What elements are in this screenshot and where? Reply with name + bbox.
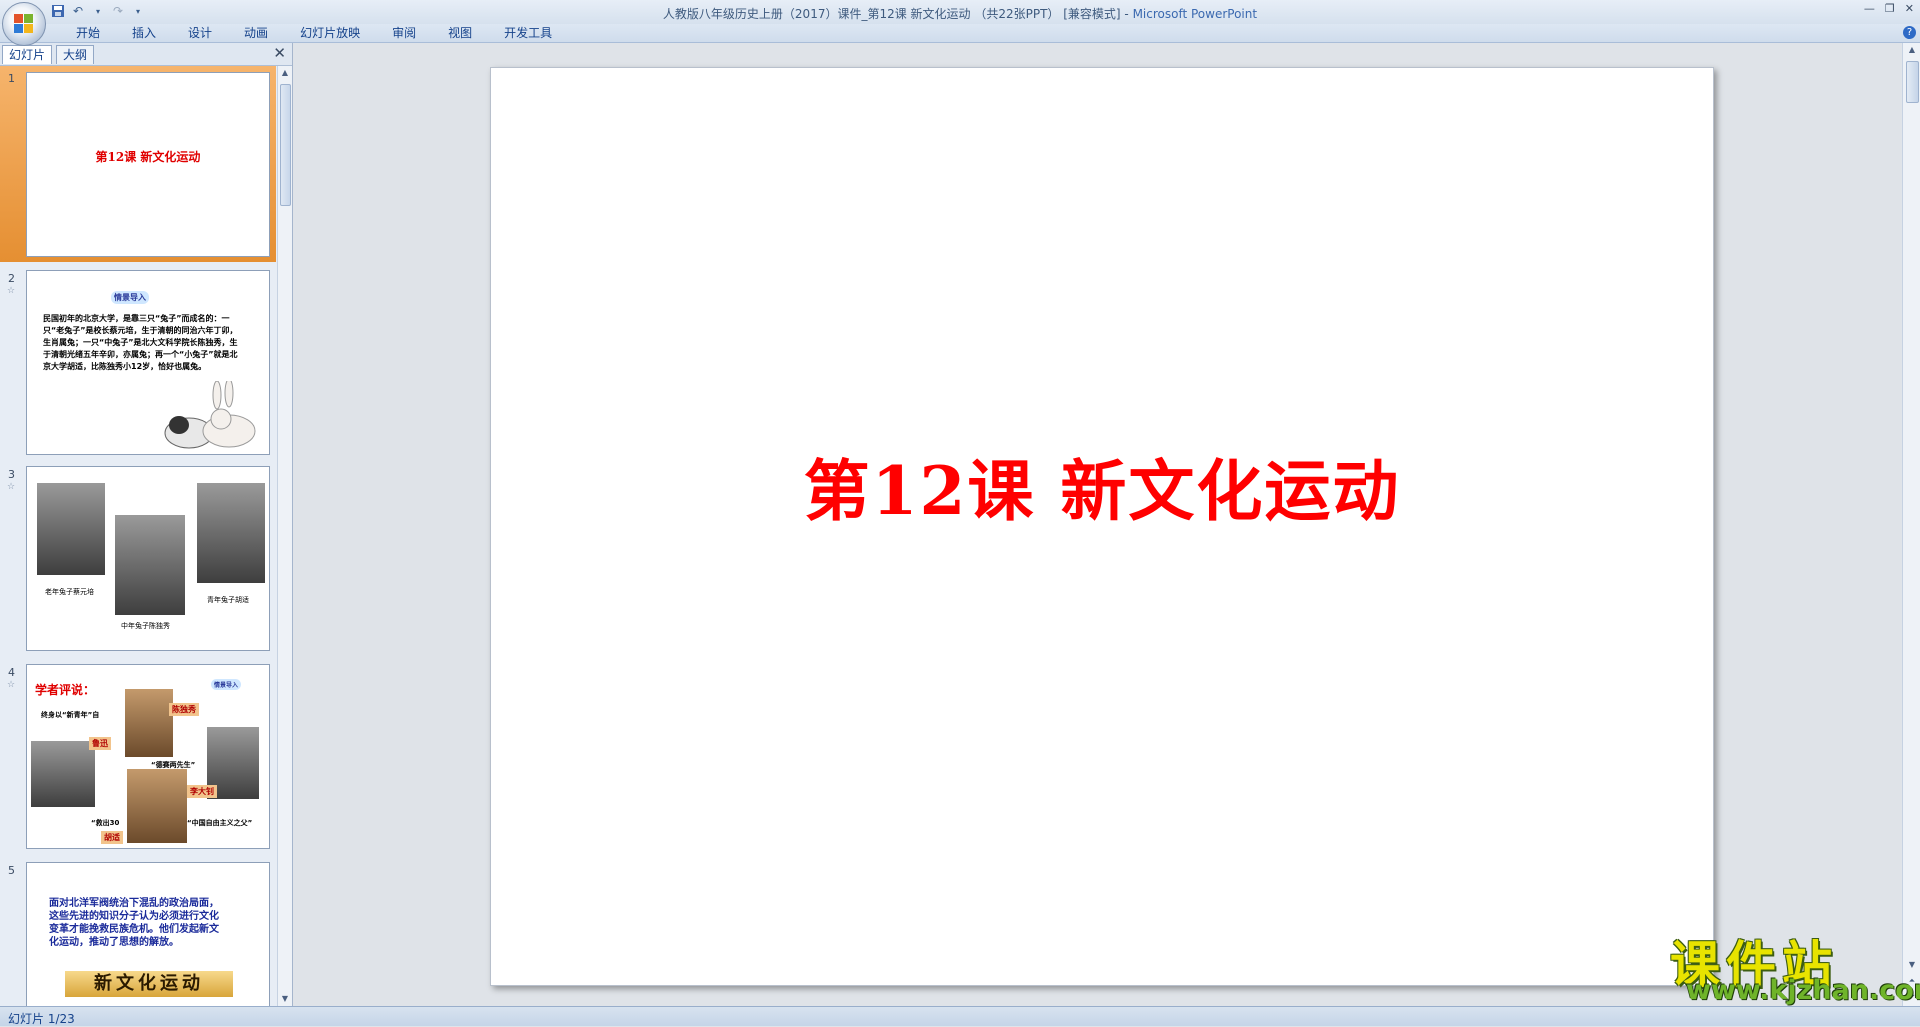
office-logo-icon — [14, 14, 34, 34]
window-controls: — ❐ ✕ — [1864, 2, 1914, 15]
slide-title[interactable]: 第12课 新文化运动 — [491, 438, 1713, 534]
portrait-hu-shi — [197, 483, 265, 583]
tab-animations[interactable]: 动画 — [228, 26, 284, 40]
help-icon[interactable]: ? — [1903, 26, 1916, 39]
close-icon[interactable]: ✕ — [1905, 2, 1914, 15]
slide-number: 1 — [8, 72, 15, 85]
name-tag: 陈独秀 — [169, 703, 199, 716]
name-tag: 胡适 — [101, 831, 123, 844]
slide-thumbnail-5[interactable]: 5 面对北洋军阀统治下混乱的政治局面，这些先进的知识分子认为必须进行文化变革才能… — [0, 858, 276, 1006]
current-slide[interactable]: 第12课 新文化运动 — [490, 67, 1714, 986]
scroll-down-icon[interactable]: ▼ — [1903, 958, 1920, 972]
restore-icon[interactable]: ❐ — [1885, 2, 1895, 15]
thumbnail-heading: 学者评说： — [35, 683, 96, 697]
tab-insert[interactable]: 插入 — [116, 26, 172, 40]
thumbnails-scrollbar[interactable]: ▲ ▼ — [277, 66, 292, 1006]
kjzhan-watermark: 课件站 www.kjzhan.com — [1670, 925, 1920, 1006]
ribbon-tabs: 开始 插入 设计 动画 幻灯片放映 审阅 视图 开发工具 ? — [0, 24, 1920, 43]
tab-slides[interactable]: 幻灯片 — [2, 45, 53, 64]
document-title: 人教版八年级历史上册（2017）课件_第12课 新文化运动 （共22张PPT） … — [662, 7, 1133, 21]
name-tag: 李大钊 — [187, 785, 217, 798]
slide-thumbnail-3[interactable]: 3 ☆ 老年兔子蔡元培 中年兔子陈独秀 青年兔子胡适 — [0, 462, 276, 658]
name-tag: 鲁迅 — [89, 737, 111, 750]
animation-star-icon: ☆ — [7, 680, 16, 690]
scroll-down-icon[interactable]: ▼ — [278, 992, 292, 1006]
scroll-up-icon[interactable]: ▲ — [278, 66, 292, 80]
tab-slideshow[interactable]: 幻灯片放映 — [284, 26, 376, 40]
slide-editor: 第12课 新文化运动 — [293, 43, 1901, 1006]
thumbnail-canvas: 老年兔子蔡元培 中年兔子陈独秀 青年兔子胡适 — [26, 466, 270, 651]
editor-scrollbar[interactable]: ▲ ▼ ⏶ ⏷ — [1902, 43, 1920, 1006]
caption: 中年兔子陈独秀 — [121, 622, 170, 630]
slide-number: 2 — [8, 272, 15, 285]
slide-number: 4 — [8, 666, 15, 679]
portrait-cai-yuanpei — [37, 483, 105, 575]
slide-thumbnails: 1 第12课 新文化运动 2 ☆ 情景导入 民国初年的北京大学，是靠三只“兔子”… — [0, 66, 276, 1006]
scrollbar-thumb[interactable] — [280, 84, 291, 206]
caption: 老年兔子蔡元培 — [45, 588, 94, 596]
tab-outline[interactable]: 大纲 — [56, 45, 95, 64]
thumbnail-canvas: 情景导入 民国初年的北京大学，是靠三只“兔子”而成名的：一只“老兔子”是校长蔡元… — [26, 270, 270, 455]
watermark-url: www.kjzhan.com — [1686, 975, 1920, 1006]
slide-number: 3 — [8, 468, 15, 481]
scroll-up-icon[interactable]: ▲ — [1903, 43, 1920, 57]
tab-review[interactable]: 审阅 — [376, 26, 432, 40]
animation-star-icon: ☆ — [7, 482, 16, 492]
portrait-chen-duxiu — [115, 515, 185, 615]
caption: 青年兔子胡适 — [207, 596, 249, 604]
quote-line: “中国自由主义之父” — [187, 819, 253, 827]
minimize-icon[interactable]: — — [1864, 2, 1875, 15]
thumbnail-body: 民国初年的北京大学，是靠三只“兔子”而成名的：一只“老兔子”是校长蔡元培，生于清… — [43, 314, 238, 371]
portrait-chen-duxiu — [125, 689, 173, 757]
banner: 新文化运动 — [65, 971, 233, 997]
window-title: 人教版八年级历史上册（2017）课件_第12课 新文化运动 （共22张PPT） … — [0, 5, 1920, 22]
app-name: Microsoft PowerPoint — [1132, 7, 1258, 21]
portrait-lu-xun — [31, 741, 95, 807]
thumbnail-canvas: 第12课 新文化运动 — [26, 72, 270, 257]
tab-developer[interactable]: 开发工具 — [488, 26, 568, 40]
pane-tabs: 幻灯片 大纲 ✕ — [0, 43, 292, 66]
thumbnail-title: 第12课 新文化运动 — [95, 150, 201, 164]
slides-pane: 幻灯片 大纲 ✕ 1 第12课 新文化运动 2 ☆ 情景导入 民国初年的北京大学… — [0, 43, 293, 1006]
tab-home[interactable]: 开始 — [60, 26, 116, 40]
quote-line: 终身以“新青年”自 — [41, 711, 100, 719]
portrait-hu-shi — [127, 769, 187, 843]
slide-thumbnail-1[interactable]: 1 第12课 新文化运动 — [0, 66, 276, 262]
animation-star-icon: ☆ — [7, 286, 16, 296]
tab-view[interactable]: 视图 — [432, 26, 488, 40]
badge-label: 情景导入 — [111, 291, 149, 304]
slide-thumbnail-2[interactable]: 2 ☆ 情景导入 民国初年的北京大学，是靠三只“兔子”而成名的：一只“老兔子”是… — [0, 266, 276, 458]
slide-indicator: 幻灯片 1/23 — [8, 1012, 75, 1026]
slide-thumbnail-4[interactable]: 4 ☆ 学者评说： 情景导入 终身以“新青年”自 陈独秀 鲁迅 “德赛两先生” … — [0, 660, 276, 856]
quote-line: “救出30 — [91, 819, 120, 827]
office-button[interactable] — [2, 2, 46, 46]
status-bar: 幻灯片 1/23 — [0, 1006, 1920, 1026]
title-bar: ↶ ▾ ↷ ▾ 人教版八年级历史上册（2017）课件_第12课 新文化运动 （共… — [0, 0, 1920, 24]
thumbnail-canvas: 面对北洋军阀统治下混乱的政治局面，这些先进的知识分子认为必须进行文化变革才能挽救… — [26, 862, 270, 1006]
thumbnail-body: 面对北洋军阀统治下混乱的政治局面，这些先进的知识分子认为必须进行文化变革才能挽救… — [49, 898, 219, 948]
tab-design[interactable]: 设计 — [172, 26, 228, 40]
pane-close-icon[interactable]: ✕ — [273, 44, 286, 62]
badge-label: 情景导入 — [211, 679, 242, 690]
slide-number: 5 — [8, 864, 15, 877]
rabbits-image — [164, 381, 256, 449]
thumbnail-canvas: 学者评说： 情景导入 终身以“新青年”自 陈独秀 鲁迅 “德赛两先生” 李大钊 … — [26, 664, 270, 849]
scrollbar-thumb[interactable] — [1906, 61, 1919, 103]
